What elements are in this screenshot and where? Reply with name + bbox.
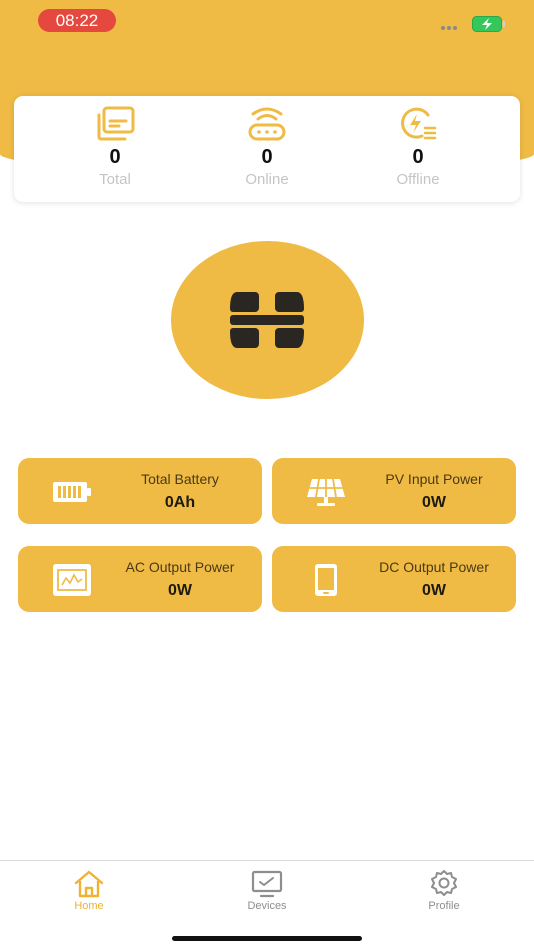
tab-home-label: Home (74, 900, 104, 912)
devices-stack-icon (97, 106, 135, 141)
status-time: 08:22 (38, 9, 116, 32)
tile-dc-output-value: 0W (422, 582, 446, 599)
main-power-button[interactable] (171, 241, 364, 399)
solar-panel-icon (307, 478, 345, 506)
stat-online-label: Online (245, 171, 289, 188)
tab-devices-label: Devices (247, 900, 287, 912)
home-indicator[interactable] (172, 936, 362, 941)
tile-total-battery-value: 0Ah (164, 494, 196, 511)
stat-online[interactable]: 0 Online (207, 96, 327, 202)
stat-offline-label: Offline (396, 171, 440, 188)
tile-ac-output-label: AC Output Power (125, 559, 235, 575)
router-wifi-icon (248, 107, 286, 141)
stat-offline-value: 0 (412, 146, 424, 168)
battery-icon (53, 482, 91, 502)
tile-pv-input-label: PV Input Power (385, 471, 483, 487)
tab-profile-label: Profile (428, 900, 460, 912)
stat-offline[interactable]: 0 Offline (358, 96, 478, 202)
tile-ac-output-value: 0W (168, 582, 192, 599)
tile-dc-output-label: DC Output Power (379, 559, 489, 575)
device-stats-card: 0 Total 0 Online 0 Offline (14, 96, 520, 202)
power-off-icon (401, 107, 437, 140)
tile-pv-input-value: 0W (422, 494, 446, 511)
tile-dc-output-power[interactable]: DC Output Power 0W (272, 546, 516, 612)
stat-total-value: 0 (109, 146, 121, 168)
stat-online-value: 0 (261, 146, 273, 168)
device-logo-icon (230, 292, 304, 348)
tile-total-battery[interactable]: Total Battery 0Ah (18, 458, 262, 524)
stat-total[interactable]: 0 Total (55, 96, 175, 202)
home-icon (74, 870, 104, 898)
signal-dots-icon (441, 26, 461, 30)
stat-total-label: Total (99, 171, 131, 188)
battery-charging-icon (472, 16, 505, 32)
tile-total-battery-label: Total Battery (141, 471, 219, 487)
tab-devices[interactable]: Devices (217, 865, 317, 915)
ac-monitor-icon (53, 564, 91, 596)
tile-pv-input-power[interactable]: PV Input Power 0W (272, 458, 516, 524)
monitor-icon (251, 870, 283, 898)
tab-home[interactable]: Home (39, 865, 139, 915)
tab-profile[interactable]: Profile (394, 865, 494, 915)
gear-icon (431, 870, 457, 896)
phone-icon (315, 564, 337, 596)
tile-ac-output-power[interactable]: AC Output Power 0W (18, 546, 262, 612)
